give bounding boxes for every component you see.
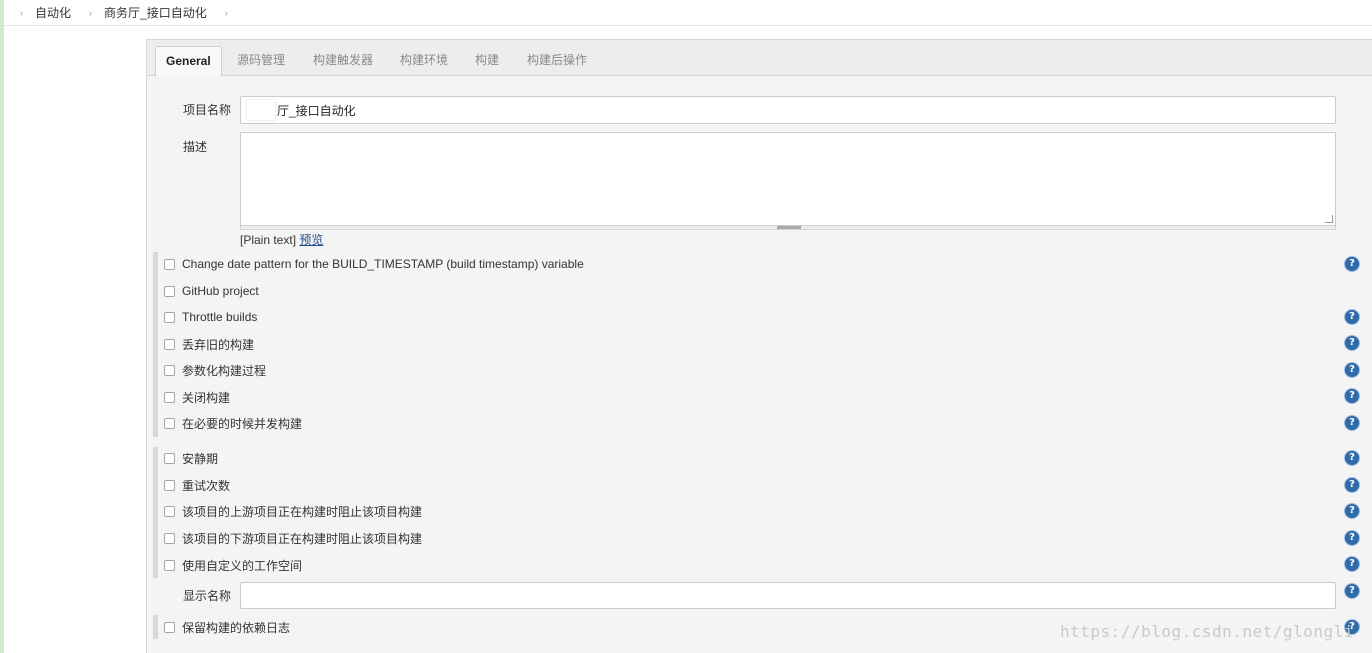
- description-textarea[interactable]: [240, 132, 1336, 226]
- option-github-project[interactable]: GitHub project: [164, 282, 259, 300]
- option-block-downstream[interactable]: 该项目的下游项目正在构建时阻止该项目构建: [164, 529, 422, 547]
- option-keep-dependency-log[interactable]: 保留构建的依赖日志: [164, 618, 290, 636]
- help-icon[interactable]: ?: [1345, 336, 1359, 350]
- checkbox[interactable]: [164, 417, 175, 429]
- chevron-right-icon: ›: [20, 7, 23, 18]
- option-group-bar: [153, 615, 158, 639]
- drag-handle[interactable]: [777, 226, 801, 229]
- tab-general[interactable]: General: [155, 46, 222, 77]
- checkbox[interactable]: [164, 311, 175, 323]
- tab-post-build[interactable]: 构建后操作: [517, 46, 597, 76]
- checkbox[interactable]: [164, 391, 175, 403]
- help-icon[interactable]: ?: [1345, 584, 1359, 598]
- checkbox[interactable]: [164, 479, 175, 491]
- help-icon[interactable]: ?: [1345, 257, 1359, 271]
- breadcrumb-item-automation[interactable]: 自动化: [35, 4, 71, 21]
- textarea-drag-bar[interactable]: [240, 226, 1336, 230]
- help-icon[interactable]: ?: [1345, 557, 1359, 571]
- redaction-box: [247, 100, 275, 120]
- tab-build-environment[interactable]: 构建环境: [390, 46, 458, 76]
- help-icon[interactable]: ?: [1345, 416, 1359, 430]
- option-throttle-builds[interactable]: Throttle builds: [164, 308, 257, 326]
- option-group-bar: [153, 447, 158, 578]
- help-icon[interactable]: ?: [1345, 451, 1359, 465]
- chevron-right-icon: ›: [89, 7, 93, 18]
- option-group-bar: [153, 252, 158, 437]
- option-custom-workspace[interactable]: 使用自定义的工作空间: [164, 556, 302, 574]
- option-discard-old-builds[interactable]: 丢弃旧的构建: [164, 335, 254, 353]
- help-icon[interactable]: ?: [1345, 504, 1359, 518]
- help-icon[interactable]: ?: [1345, 478, 1359, 492]
- preview-link[interactable]: 预览: [299, 233, 323, 247]
- checkbox[interactable]: [164, 621, 175, 633]
- checkbox[interactable]: [164, 364, 175, 376]
- option-quiet-period[interactable]: 安静期: [164, 449, 218, 467]
- checkbox[interactable]: [164, 285, 175, 297]
- description-hint: [Plain text] 预览: [240, 231, 323, 248]
- left-accent-strip: [0, 0, 4, 653]
- display-name-input[interactable]: [240, 582, 1336, 609]
- checkbox[interactable]: [164, 559, 175, 571]
- display-name-label: 显示名称: [183, 589, 232, 603]
- checkbox[interactable]: [164, 338, 175, 350]
- help-icon[interactable]: ?: [1345, 389, 1359, 403]
- tab-build-triggers[interactable]: 构建触发器: [303, 46, 383, 76]
- resize-grip-icon[interactable]: [1325, 215, 1333, 223]
- option-build-timestamp[interactable]: Change date pattern for the BUILD_TIMEST…: [164, 255, 584, 273]
- help-icon[interactable]: ?: [1345, 363, 1359, 377]
- option-parameterized-build[interactable]: 参数化构建过程: [164, 361, 266, 379]
- tab-build[interactable]: 构建: [465, 46, 509, 76]
- help-icon[interactable]: ?: [1345, 310, 1359, 324]
- help-icon[interactable]: ?: [1345, 531, 1359, 545]
- checkbox[interactable]: [164, 258, 175, 270]
- breadcrumb: › 自动化 › 商务厅_接口自动化 ›: [4, 0, 1372, 26]
- chevron-right-icon[interactable]: ›: [225, 8, 228, 18]
- option-concurrent-builds[interactable]: 在必要的时候并发构建: [164, 414, 302, 432]
- project-name-label: 项目名称: [183, 103, 232, 117]
- breadcrumb-item-project[interactable]: 商务厅_接口自动化: [104, 4, 207, 21]
- checkbox[interactable]: [164, 452, 175, 464]
- plain-text-label: [Plain text]: [240, 233, 297, 247]
- checkbox[interactable]: [164, 505, 175, 517]
- option-block-upstream[interactable]: 该项目的上游项目正在构建时阻止该项目构建: [164, 502, 422, 520]
- project-name-input[interactable]: [240, 96, 1336, 124]
- tab-bar: General 源码管理 构建触发器 构建环境 构建 构建后操作: [147, 40, 1372, 77]
- watermark: https://blog.csdn.net/glongli: [1060, 622, 1354, 641]
- option-disable-build[interactable]: 关闭构建: [164, 388, 230, 406]
- tab-source-code[interactable]: 源码管理: [227, 46, 295, 76]
- checkbox[interactable]: [164, 532, 175, 544]
- option-retry-count[interactable]: 重试次数: [164, 476, 230, 494]
- description-label: 描述: [183, 140, 208, 154]
